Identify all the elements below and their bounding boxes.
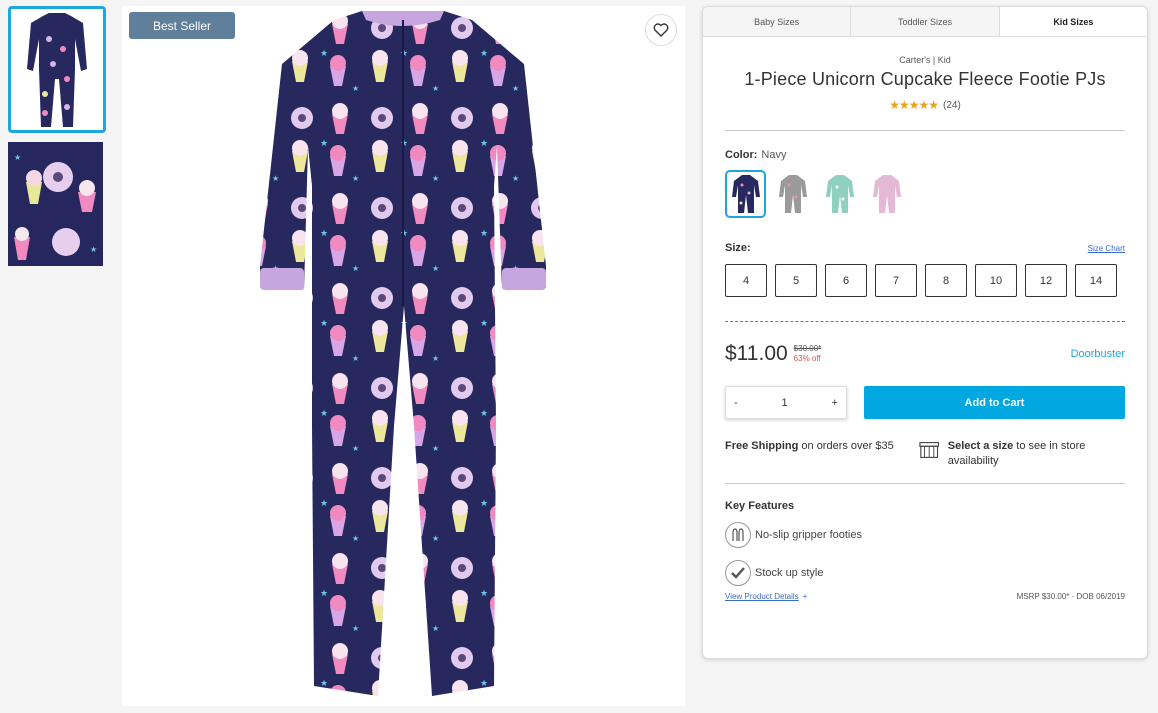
feature-text: No-slip gripper footies bbox=[755, 529, 862, 541]
pajama-illustration: ★ ★ bbox=[122, 6, 685, 706]
view-product-details-link[interactable]: View Product Details bbox=[725, 592, 799, 601]
size-label: Size: bbox=[725, 242, 751, 254]
gripper-footie-icon bbox=[725, 522, 751, 548]
color-label-text: Color: bbox=[725, 149, 758, 161]
store-availability[interactable]: Select a size to see in store availabili… bbox=[919, 439, 1125, 469]
best-seller-badge: Best Seller bbox=[129, 12, 235, 39]
favorite-button[interactable] bbox=[645, 14, 677, 46]
color-swatches bbox=[725, 170, 1125, 218]
size-label-text: Size: bbox=[725, 242, 751, 254]
size-option[interactable]: 8 bbox=[925, 264, 967, 297]
was-price: $30.00* bbox=[793, 344, 822, 353]
dashed-divider bbox=[725, 321, 1125, 322]
add-to-cart-button[interactable]: Add to Cart bbox=[864, 386, 1125, 419]
discount-percent: 63% off bbox=[793, 354, 821, 363]
checkmark-icon bbox=[725, 560, 751, 586]
size-options: 4 5 6 7 8 10 12 14 bbox=[725, 264, 1125, 297]
quantity-value[interactable]: 1 bbox=[782, 397, 788, 409]
review-count: (24) bbox=[943, 99, 961, 111]
swatch-mint[interactable] bbox=[819, 170, 860, 218]
brand-label: Carter's | Kid bbox=[899, 55, 951, 65]
size-option[interactable]: 6 bbox=[825, 264, 867, 297]
pajama-icon bbox=[731, 175, 760, 213]
size-chart-link[interactable]: Size Chart bbox=[1088, 244, 1125, 253]
feature-text: Stock up style bbox=[755, 567, 824, 579]
color-value: Navy bbox=[761, 149, 787, 161]
doorbuster-label[interactable]: Doorbuster bbox=[1071, 348, 1125, 360]
store-icon bbox=[919, 442, 940, 458]
thumbnail-strip: ★ ★ bbox=[8, 6, 106, 266]
product-info-panel: Baby Sizes Toddler Sizes Kid Sizes Carte… bbox=[702, 6, 1148, 659]
quantity-increase-button[interactable]: + bbox=[832, 397, 838, 409]
pajama-icon bbox=[778, 175, 807, 213]
divider bbox=[725, 130, 1125, 131]
svg-text:★: ★ bbox=[14, 153, 21, 162]
pajama-icon bbox=[872, 175, 901, 213]
product-details-toggle[interactable]: View Product Details + bbox=[725, 592, 807, 601]
size-option[interactable]: 10 bbox=[975, 264, 1017, 297]
tab-baby-sizes[interactable]: Baby Sizes bbox=[703, 7, 852, 36]
swatch-navy[interactable] bbox=[725, 170, 766, 218]
tab-kid-sizes[interactable]: Kid Sizes bbox=[999, 7, 1147, 36]
size-option[interactable]: 4 bbox=[725, 264, 767, 297]
cart-row: - 1 + Add to Cart bbox=[725, 386, 1125, 419]
tab-toddler-sizes[interactable]: Toddler Sizes bbox=[851, 7, 1000, 36]
main-product-image[interactable]: ★ ★ Best Seller bbox=[122, 6, 685, 706]
swatch-grey[interactable] bbox=[772, 170, 813, 218]
free-shipping-info: Free Shipping on orders over $35 bbox=[725, 439, 901, 469]
color-label: Color: Navy bbox=[725, 149, 1125, 161]
free-shipping-detail: on orders over $35 bbox=[798, 440, 894, 452]
product-title: 1-Piece Unicorn Cupcake Fleece Footie PJ… bbox=[744, 69, 1106, 89]
quantity-stepper: - 1 + bbox=[725, 386, 847, 419]
free-shipping-label: Free Shipping bbox=[725, 440, 799, 452]
product-footer: View Product Details + MSRP $30.00* · DOB… bbox=[725, 592, 1125, 601]
expand-plus-icon[interactable]: + bbox=[803, 592, 808, 601]
size-option[interactable]: 5 bbox=[775, 264, 817, 297]
size-range-tabs: Baby Sizes Toddler Sizes Kid Sizes bbox=[703, 7, 1147, 37]
select-size-label: Select a size bbox=[947, 440, 1014, 452]
thumbnail-detail[interactable]: ★ ★ bbox=[8, 142, 103, 266]
feature-item: Stock up style bbox=[725, 560, 1125, 586]
thumbnail-front[interactable] bbox=[8, 6, 106, 133]
swatch-pink[interactable] bbox=[866, 170, 907, 218]
divider bbox=[725, 483, 1125, 484]
product-page: ★ ★ ★ ★ bbox=[0, 0, 1158, 713]
heart-icon bbox=[653, 23, 669, 37]
size-option[interactable]: 7 bbox=[875, 264, 917, 297]
price-meta: $30.00* 63% off bbox=[794, 344, 822, 364]
msrp-info: MSRP $30.00* · DOB 06/2019 bbox=[1016, 592, 1125, 601]
current-price: $11.00 bbox=[725, 342, 788, 365]
key-features-title: Key Features bbox=[725, 500, 795, 512]
feature-item: No-slip gripper footies bbox=[725, 522, 1125, 548]
pajama-icon bbox=[825, 175, 854, 213]
quantity-decrease-button[interactable]: - bbox=[734, 397, 738, 409]
shipping-row: Free Shipping on orders over $35 Select … bbox=[725, 439, 1125, 469]
rating[interactable]: ★★★★★ (24) bbox=[725, 98, 1125, 112]
price-row: $11.00 $30.00* 63% off Doorbuster bbox=[725, 342, 1125, 366]
star-rating-icon: ★★★★★ bbox=[889, 98, 939, 112]
size-option[interactable]: 14 bbox=[1075, 264, 1117, 297]
svg-text:★: ★ bbox=[90, 245, 97, 254]
size-header: Size: Size Chart bbox=[725, 242, 1125, 254]
store-availability-text: Select a size to see in store availabili… bbox=[948, 439, 1125, 469]
size-option[interactable]: 12 bbox=[1025, 264, 1067, 297]
